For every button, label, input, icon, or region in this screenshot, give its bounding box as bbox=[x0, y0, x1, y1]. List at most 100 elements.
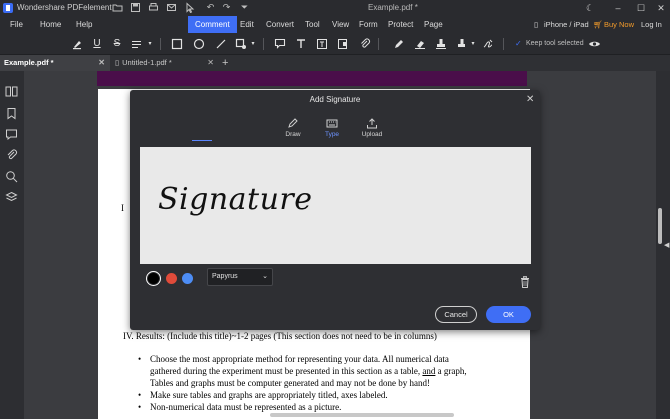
bullet-text: Choose the most appropriate method for r… bbox=[150, 354, 449, 364]
tab-untitled-pdf[interactable]: ▯ Untitled-1.pdf * ✕ bbox=[111, 55, 219, 71]
typewriter-icon[interactable] bbox=[294, 37, 308, 51]
minimize-button[interactable]: – bbox=[612, 2, 624, 14]
toolbar-divider bbox=[378, 38, 379, 50]
attachment-icon[interactable] bbox=[358, 37, 372, 51]
search-icon[interactable] bbox=[5, 170, 18, 183]
layers-icon[interactable] bbox=[5, 191, 18, 204]
tab-upload[interactable]: Upload bbox=[357, 118, 387, 138]
circle-icon[interactable] bbox=[192, 37, 206, 51]
highlight-icon[interactable] bbox=[70, 37, 84, 51]
close-tab-icon[interactable]: ✕ bbox=[98, 55, 105, 71]
page-text-fragment: I bbox=[121, 203, 124, 213]
comments-icon[interactable] bbox=[5, 128, 18, 141]
keep-tool-checkbox[interactable]: ✓ bbox=[515, 40, 523, 48]
bullet-text-continued: Tables and graphs must be computer gener… bbox=[150, 378, 431, 388]
signature-text: Signature bbox=[158, 182, 313, 217]
keep-tool-label: Keep tool selected bbox=[526, 40, 584, 47]
tab-label: Untitled-1.pdf * bbox=[122, 58, 172, 67]
chevron-down-icon[interactable]: ▾ bbox=[466, 37, 480, 51]
toolbar-divider bbox=[503, 38, 504, 50]
redo-icon[interactable]: ↷ bbox=[221, 2, 232, 13]
font-select[interactable]: Papyrus ⌄ bbox=[207, 268, 273, 286]
ok-button[interactable]: OK bbox=[486, 306, 531, 323]
cancel-button[interactable]: Cancel bbox=[435, 306, 477, 323]
keyboard-icon bbox=[326, 119, 338, 128]
collapse-panel-icon[interactable]: ◀ bbox=[664, 241, 669, 249]
document-title: Example.pdf * bbox=[368, 3, 418, 12]
menu-home[interactable]: Home bbox=[40, 16, 61, 33]
dialog-close-icon[interactable]: ✕ bbox=[526, 94, 534, 105]
close-tab-icon[interactable]: ✕ bbox=[207, 55, 214, 71]
upload-icon bbox=[367, 118, 377, 129]
quick-access-dropdown-icon[interactable]: ⏷ bbox=[239, 2, 250, 13]
maximize-button[interactable]: ☐ bbox=[635, 2, 647, 14]
tab-label: Type bbox=[324, 131, 340, 138]
print-icon[interactable] bbox=[148, 2, 159, 13]
login-link[interactable]: Log In bbox=[641, 16, 662, 33]
thumbnails-icon[interactable] bbox=[5, 85, 18, 98]
eye-icon[interactable] bbox=[587, 37, 601, 51]
tab-example-pdf[interactable]: Example.pdf * ✕ bbox=[0, 55, 110, 71]
toolbar-divider bbox=[160, 38, 161, 50]
color-black-swatch[interactable] bbox=[146, 271, 161, 286]
menu-edit[interactable]: Edit bbox=[240, 16, 254, 33]
device-link[interactable]: iPhone / iPad bbox=[544, 16, 589, 33]
menu-help[interactable]: Help bbox=[76, 16, 92, 33]
stamp-icon[interactable] bbox=[434, 37, 448, 51]
signature-icon[interactable] bbox=[481, 37, 495, 51]
dark-mode-icon[interactable]: ☾ bbox=[584, 2, 596, 14]
bullet-text: Non-numerical data must be represented a… bbox=[150, 402, 342, 412]
bullet-icon: • bbox=[138, 354, 142, 364]
undo-icon[interactable]: ↶ bbox=[205, 2, 216, 13]
tab-draw[interactable]: Draw bbox=[278, 118, 308, 138]
menu-convert[interactable]: Convert bbox=[266, 16, 294, 33]
bullet-icon: • bbox=[138, 402, 142, 412]
rectangle-icon[interactable] bbox=[170, 37, 184, 51]
menu-tool[interactable]: Tool bbox=[305, 16, 320, 33]
signature-preview-area[interactable]: Signature bbox=[140, 147, 531, 264]
underline-icon[interactable]: U bbox=[90, 37, 104, 51]
trash-icon[interactable] bbox=[520, 276, 530, 288]
tab-type[interactable]: Type bbox=[317, 118, 347, 138]
vertical-scroll-thumb[interactable] bbox=[658, 208, 662, 244]
text-box-icon[interactable] bbox=[315, 37, 329, 51]
menu-form[interactable]: Form bbox=[359, 16, 378, 33]
callout-icon[interactable] bbox=[336, 37, 350, 51]
text-lines-icon[interactable] bbox=[130, 37, 144, 51]
color-blue-swatch[interactable] bbox=[182, 273, 193, 284]
horizontal-scroll-thumb[interactable] bbox=[270, 413, 454, 417]
color-red-swatch[interactable] bbox=[166, 273, 177, 284]
attachment-icon[interactable] bbox=[5, 149, 18, 162]
add-signature-dialog: Add Signature ✕ Draw Type Upload Signatu… bbox=[130, 90, 540, 330]
menu-page[interactable]: Page bbox=[424, 16, 443, 33]
bullet-text-continued: gathered during the experiment must be p… bbox=[150, 366, 467, 376]
close-window-button[interactable]: ✕ bbox=[655, 2, 667, 14]
app-name: Wondershare PDFelement bbox=[17, 3, 112, 12]
bullet-icon: • bbox=[138, 390, 142, 400]
line-icon[interactable] bbox=[214, 37, 228, 51]
menu-protect[interactable]: Protect bbox=[388, 16, 413, 33]
open-folder-icon[interactable] bbox=[112, 2, 123, 13]
new-tab-button[interactable]: + bbox=[222, 55, 228, 71]
tab-label: Draw bbox=[285, 131, 301, 138]
tab-bar: Example.pdf * ✕ ▯ Untitled-1.pdf * ✕ + bbox=[0, 55, 670, 71]
sticky-note-icon[interactable] bbox=[273, 37, 287, 51]
title-bar: Wondershare PDFelement ↶ ↷ ⏷ Example.pdf… bbox=[0, 0, 670, 16]
font-select-value: Papyrus bbox=[212, 273, 238, 280]
buy-now-link[interactable]: Buy Now bbox=[604, 16, 634, 33]
email-icon[interactable] bbox=[166, 2, 177, 13]
dialog-title: Add Signature bbox=[309, 95, 361, 104]
menu-view[interactable]: View bbox=[332, 16, 349, 33]
menu-file[interactable]: File bbox=[10, 16, 23, 33]
menu-comment[interactable]: Comment bbox=[188, 16, 237, 33]
bookmark-icon[interactable] bbox=[5, 107, 18, 120]
save-icon[interactable] bbox=[130, 2, 141, 13]
strikethrough-icon[interactable]: S bbox=[110, 37, 124, 51]
eraser-icon[interactable] bbox=[413, 37, 427, 51]
page-header-band bbox=[97, 71, 527, 86]
menu-bar: File Home Help Comment Edit Convert Tool… bbox=[0, 16, 670, 33]
select-tool-icon[interactable] bbox=[184, 2, 195, 14]
chevron-down-icon[interactable]: ▾ bbox=[143, 37, 157, 51]
pencil-icon[interactable] bbox=[392, 37, 406, 51]
chevron-down-icon[interactable]: ▾ bbox=[246, 37, 260, 51]
